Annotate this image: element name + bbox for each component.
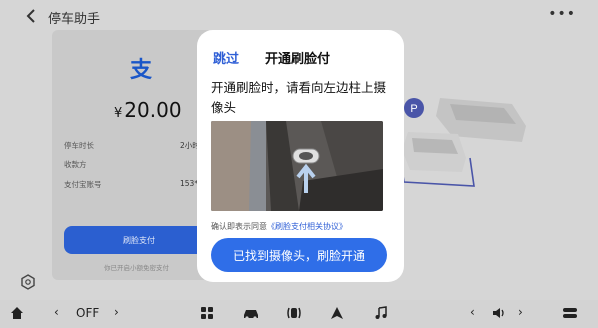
alipay-logo-icon: 支 xyxy=(130,58,153,83)
small-amount-hint: 你已开启小额免密支付 xyxy=(104,264,169,272)
system-bottom-bar: ‹ OFF › ‹ › xyxy=(0,300,598,328)
temp-decrease-icon[interactable]: ‹ xyxy=(54,305,59,319)
info-label-payee: 收款方 xyxy=(64,160,87,169)
confirm-camera-found-button[interactable]: 已找到摄像头，刷脸开通 xyxy=(211,238,387,272)
climate-value: OFF xyxy=(76,306,100,320)
info-value-alipay-account: 153* xyxy=(180,179,199,188)
page-title: 停车助手 xyxy=(48,12,101,27)
toggle-panel-icon[interactable] xyxy=(562,306,578,320)
navigation-icon[interactable] xyxy=(330,306,344,320)
info-label-alipay-account: 支付宝账号 xyxy=(64,180,102,189)
agreement-link[interactable]: 《刷脸支付相关协议》 xyxy=(267,222,347,231)
payment-amount: ¥20.00 xyxy=(114,98,182,122)
info-label-duration: 停车时长 xyxy=(64,141,94,150)
volume-increase-icon[interactable]: › xyxy=(518,305,523,319)
more-options-icon[interactable]: ••• xyxy=(548,6,576,22)
face-pay-button[interactable]: 刷脸支付 xyxy=(64,226,214,254)
camera-location-image xyxy=(211,121,383,211)
volume-icon[interactable] xyxy=(492,306,506,320)
back-arrow-icon[interactable] xyxy=(24,8,40,24)
payment-card: 支 ¥20.00 停车时长 2小时 收款方 支付宝账号 153* 刷脸支付 你已… xyxy=(52,30,214,280)
volume-decrease-icon[interactable]: ‹ xyxy=(470,305,475,319)
face-pay-modal: 跳过 开通刷脸付 开通刷脸时，请看向左边柱上摄像头 确认即表示同意《刷脸支付相关… xyxy=(197,30,404,282)
agreement-text: 确认即表示同意《刷脸支付相关协议》 xyxy=(211,222,347,231)
skip-button[interactable]: 跳过 xyxy=(213,48,239,67)
parked-car-illustration: P xyxy=(392,86,532,196)
temp-increase-icon[interactable]: › xyxy=(114,305,119,319)
parking-p-icon: P xyxy=(410,103,417,115)
apps-grid-icon[interactable] xyxy=(200,306,214,320)
home-icon[interactable] xyxy=(10,306,24,320)
top-bar: 停车助手 ••• xyxy=(0,0,598,34)
car-icon[interactable] xyxy=(242,306,260,320)
parking-assist-icon[interactable] xyxy=(286,306,302,320)
modal-instruction: 开通刷脸时，请看向左边柱上摄像头 xyxy=(211,80,387,115)
music-icon[interactable] xyxy=(374,306,388,320)
settings-hexagon-icon[interactable] xyxy=(20,274,36,290)
modal-title: 开通刷脸付 xyxy=(265,52,331,67)
